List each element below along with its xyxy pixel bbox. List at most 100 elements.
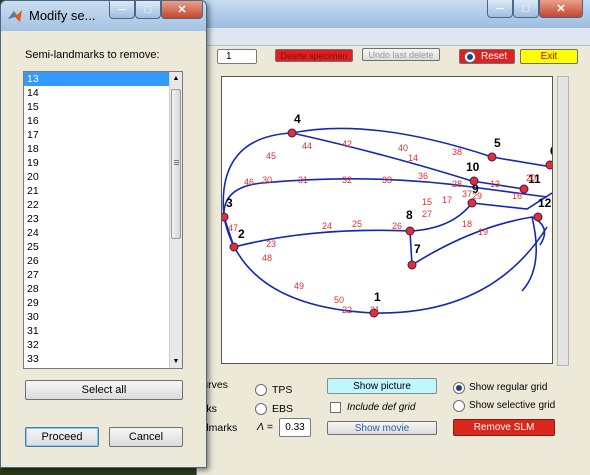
landmark-label: 10 — [466, 160, 480, 174]
minimize-button[interactable]: ─ — [487, 0, 513, 18]
list-item[interactable]: 14 — [24, 86, 182, 100]
list-item[interactable]: 19 — [24, 156, 182, 170]
modify-dialog: Modify se... ─ □ ✕ Semi-landmarks to rem… — [0, 0, 207, 468]
semilandmark-label: 22 — [342, 305, 352, 315]
semilandmark-label: 18 — [462, 219, 472, 229]
undo-last-delete-button[interactable]: Undo last delete — [362, 48, 440, 61]
maximize-button[interactable]: □ — [513, 0, 539, 18]
list-item[interactable]: 28 — [24, 282, 182, 296]
semilandmark-label: 42 — [342, 139, 352, 149]
semilandmark-label: 49 — [294, 281, 304, 291]
semilandmark-label: 14 — [408, 153, 418, 163]
tps-label: TPS — [272, 384, 293, 396]
semilandmark-label: 32 — [342, 175, 352, 185]
list-item[interactable]: 32 — [24, 338, 182, 352]
reset-button[interactable]: Reset — [459, 49, 515, 64]
list-item[interactable]: 27 — [24, 268, 182, 282]
list-item[interactable]: 23 — [24, 212, 182, 226]
list-item[interactable]: 21 — [24, 184, 182, 198]
specimen-field[interactable]: 1 — [217, 49, 257, 64]
dialog-title: Modify se... — [29, 8, 96, 23]
scroll-up-icon[interactable]: ▲ — [170, 72, 182, 85]
landmark-point — [533, 212, 543, 222]
landmark-point — [219, 212, 229, 222]
list-item[interactable]: 18 — [24, 142, 182, 156]
include-def-grid-checkbox[interactable] — [330, 402, 341, 413]
semilandmark-label: 38 — [452, 147, 462, 157]
list-scrollbar[interactable]: ▲ ▼ — [169, 72, 182, 368]
show-movie-button[interactable]: Show movie — [327, 421, 437, 435]
close-icon: ✕ — [177, 4, 187, 16]
list-item[interactable]: 24 — [24, 226, 182, 240]
list-item[interactable]: 33 — [24, 352, 182, 366]
list-item[interactable]: 20 — [24, 170, 182, 184]
semilandmark-label: 37 — [462, 189, 472, 199]
semilandmark-label: 20 — [526, 173, 536, 183]
show-regular-grid-radio[interactable] — [453, 382, 465, 394]
semilandmark-label: 44 — [302, 141, 312, 151]
lambda-label: Λ = — [257, 421, 273, 433]
landmark-label: 12 — [538, 196, 552, 210]
dialog-close-button[interactable]: ✕ — [161, 1, 203, 19]
semilandmark-label: 30 — [262, 175, 272, 185]
semilandmark-label: 29 — [472, 191, 482, 201]
semilandmark-label: 31 — [298, 175, 308, 185]
matlab-icon — [8, 10, 22, 22]
list-label: Semi-landmarks to remove: — [25, 49, 160, 61]
include-def-grid-label: Include def grid — [347, 402, 416, 413]
list-item[interactable]: 22 — [24, 198, 182, 212]
select-all-button[interactable]: Select all — [25, 380, 183, 400]
grip-icon — [174, 160, 179, 161]
plot-scrollbar[interactable] — [557, 76, 569, 366]
remove-slm-button[interactable]: Remove SLM — [453, 419, 555, 436]
list-item[interactable]: 13 — [24, 72, 182, 86]
ebs-radio[interactable] — [255, 403, 267, 415]
proceed-button[interactable]: Proceed — [25, 427, 99, 447]
show-selective-grid-label: Show selective grid — [469, 400, 556, 411]
tps-radio[interactable] — [255, 384, 267, 396]
dialog-maximize-button[interactable]: □ — [135, 1, 161, 19]
semilandmark-label: 17 — [442, 195, 452, 205]
list-item[interactable]: 15 — [24, 100, 182, 114]
list-item[interactable]: 31 — [24, 324, 182, 338]
outline-curve — [521, 216, 538, 292]
landmark-point — [405, 226, 415, 236]
list-item[interactable]: 30 — [24, 310, 182, 324]
list-item[interactable]: 16 — [24, 114, 182, 128]
dialog-titlebar: Modify se... ─ □ ✕ — [1, 1, 206, 31]
semilandmark-label: 25 — [352, 219, 362, 229]
main-window: ─ □ ✕ 1 Delete specimen Undo last delete… — [196, 0, 590, 475]
minimize-icon: ─ — [496, 2, 504, 15]
delete-specimen-button[interactable]: Delete specimen — [275, 49, 353, 62]
list-items: 13 14 15 16 17 18 19 20 21 22 23 24 25 26 27 28 29 30 31 32… — [24, 72, 182, 366]
landmark-point — [545, 160, 555, 170]
semilandmark-label: 40 — [398, 143, 408, 153]
semilandmark-label: 36 — [418, 171, 428, 181]
list-item[interactable]: 25 — [24, 240, 182, 254]
landmark-plot: 1234567891011121314151617181920212223242… — [219, 112, 557, 318]
show-regular-grid-label: Show regular grid — [469, 382, 548, 393]
dialog-minimize-button[interactable]: ─ — [109, 1, 135, 19]
semilandmark-list[interactable]: 13 14 15 16 17 18 19 20 21 22 23 24 25 26 27 28 29 30 31 32… — [23, 71, 183, 369]
outline-curve — [222, 127, 553, 218]
semilandmark-label: 21 — [370, 305, 380, 315]
close-button[interactable]: ✕ — [539, 0, 583, 18]
scroll-down-icon[interactable]: ▼ — [170, 355, 182, 368]
list-item[interactable]: 17 — [24, 128, 182, 142]
main-titlebar: ─ □ ✕ — [197, 0, 590, 28]
show-selective-grid-radio[interactable] — [453, 400, 465, 412]
scroll-thumb[interactable] — [171, 89, 181, 239]
landmark-label: 7 — [414, 242, 421, 256]
cancel-button[interactable]: Cancel — [109, 427, 183, 447]
semilandmark-label: 50 — [334, 295, 344, 305]
list-item[interactable]: 26 — [24, 254, 182, 268]
landmark-point — [407, 260, 417, 270]
lambda-input[interactable]: 0.33 — [279, 418, 311, 437]
list-item[interactable]: 29 — [24, 296, 182, 310]
exit-button[interactable]: Exit — [520, 49, 578, 64]
show-picture-button[interactable]: Show picture — [327, 378, 437, 394]
landmark-label: 5 — [494, 136, 501, 150]
menu-bar — [197, 28, 590, 46]
plot-area: 1234567891011121314151617181920212223242… — [219, 76, 557, 364]
semilandmark-label: 48 — [262, 253, 272, 263]
